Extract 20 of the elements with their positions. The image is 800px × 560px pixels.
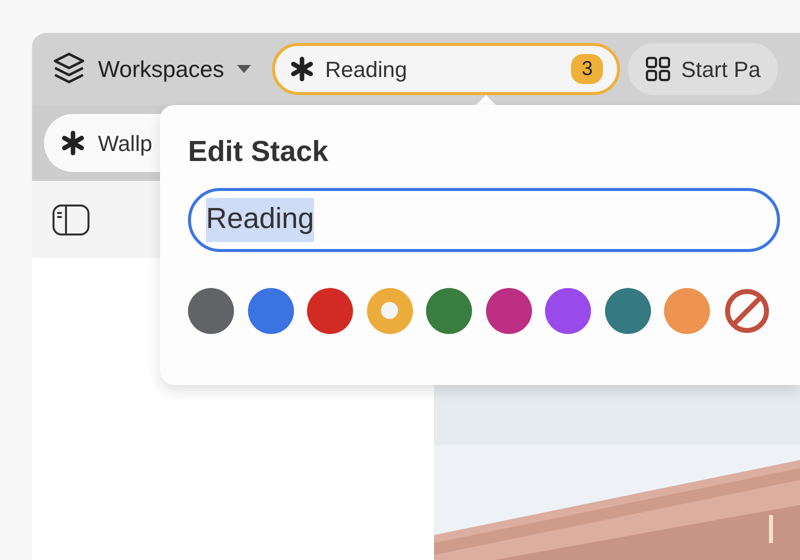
color-swatch[interactable]: [545, 288, 591, 334]
caret-icon[interactable]: [236, 64, 252, 74]
color-swatch[interactable]: [366, 288, 412, 334]
color-swatch[interactable]: [486, 288, 532, 334]
workspaces-label[interactable]: Workspaces: [98, 52, 224, 86]
asterisk-icon: [60, 130, 86, 156]
asterisk-icon: [289, 56, 316, 82]
color-swatch[interactable]: [426, 288, 472, 334]
stack-tab[interactable]: Reading 3: [272, 43, 620, 95]
stack-tab[interactable]: Start Pa: [628, 43, 778, 95]
grid-icon: [645, 56, 672, 82]
color-swatch[interactable]: [188, 288, 234, 334]
name-input-field[interactable]: Reading: [188, 188, 780, 252]
color-swatch[interactable]: [664, 288, 710, 334]
color-swatch[interactable]: [604, 288, 650, 334]
color-swatch[interactable]: [248, 288, 294, 334]
count-badge: 3: [571, 54, 604, 84]
color-swatch[interactable]: [307, 288, 353, 334]
sidebar-icon[interactable]: [52, 204, 90, 236]
no-color-icon[interactable]: [724, 288, 770, 334]
